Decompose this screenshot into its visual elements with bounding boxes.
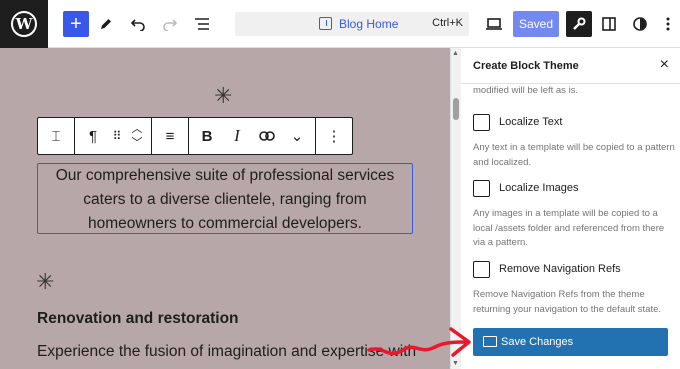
folder-icon — [483, 336, 497, 347]
remove-navigation-refs-label[interactable]: Remove Navigation Refs — [499, 263, 621, 275]
move-up-button[interactable]: ︿ — [132, 122, 143, 136]
sidebar-header: Create Block Theme × — [461, 48, 680, 84]
document-title: Blog Home — [339, 17, 399, 31]
desktop-view-icon — [486, 18, 502, 30]
pencil-tool-button[interactable] — [93, 11, 119, 37]
sidebar-title: Create Block Theme — [473, 60, 579, 72]
link-icon — [259, 131, 275, 141]
wrench-icon — [573, 17, 586, 30]
transform-group: ⌶ — [38, 118, 75, 154]
localize-text-checkbox[interactable] — [473, 114, 490, 131]
localize-text-label[interactable]: Localize Text — [499, 116, 562, 128]
editor-canvas[interactable]: ✳ ⌶ ¶ ⠿ ︿ ﹀ ≡ B I ⌄ ⋮ Our comprehensive — [0, 48, 450, 369]
scroll-up-arrow-icon[interactable]: ▲ — [452, 50, 459, 57]
alignment-group: ≡ — [152, 118, 189, 154]
wordpress-logo-icon: W — [11, 11, 37, 37]
scroll-thumb[interactable] — [453, 98, 459, 120]
format-group: B I ⌄ — [189, 118, 316, 154]
keyboard-shortcut: Ctrl+K — [432, 17, 463, 29]
link-button[interactable] — [252, 118, 282, 154]
wordpress-logo-button[interactable]: W — [0, 0, 48, 48]
block-options-button[interactable]: ⋮ — [319, 118, 349, 154]
asterisk-decoration: ✳ — [214, 83, 233, 108]
block-transform-button[interactable]: ⌶ — [41, 118, 71, 154]
paragraph-block-button[interactable]: ¶ — [78, 118, 108, 154]
command-center[interactable]: Blog Home Ctrl+K — [235, 12, 469, 36]
template-icon — [319, 17, 332, 30]
block-toolbar: ⌶ ¶ ⠿ ︿ ﹀ ≡ B I ⌄ ⋮ — [37, 117, 353, 155]
localize-images-label[interactable]: Localize Images — [499, 182, 579, 194]
drag-handle-icon[interactable]: ⠿ — [108, 118, 126, 154]
selected-paragraph[interactable]: Our comprehensive suite of professional … — [37, 163, 413, 234]
settings-button[interactable] — [566, 11, 592, 37]
options-menu-button[interactable] — [659, 11, 677, 37]
list-view-icon — [195, 18, 209, 30]
editor-top-bar: W + Blog Home Ctrl+K Saved — [0, 0, 680, 48]
saved-button[interactable]: Saved — [513, 11, 559, 37]
styles-contrast-icon — [633, 17, 647, 31]
pencil-icon — [101, 19, 111, 29]
redo-button[interactable] — [157, 11, 183, 37]
close-icon[interactable]: × — [660, 56, 669, 74]
canvas-scrollbar[interactable]: ▲ ▼ — [450, 48, 461, 369]
move-down-button[interactable]: ﹀ — [132, 136, 143, 150]
remove-navigation-refs-checkbox[interactable] — [473, 261, 490, 278]
redo-icon — [163, 19, 178, 31]
bold-button[interactable]: B — [192, 118, 222, 154]
block-mover: ︿ ﹀ — [126, 122, 148, 150]
styles-button[interactable] — [627, 11, 653, 37]
more-rich-text-button[interactable]: ⌄ — [282, 118, 312, 154]
save-changes-button[interactable]: Save Changes — [473, 328, 668, 356]
remove-navigation-refs-help: Remove Navigation Refs from the theme re… — [473, 289, 662, 315]
localize-images-help: Any images in a template will be copied … — [473, 208, 665, 248]
italic-button[interactable]: I — [222, 118, 252, 154]
sidebar-toggle-icon — [602, 17, 616, 31]
option-help-text: modified will be left as is. — [473, 85, 579, 96]
options-group: ⋮ — [316, 118, 352, 154]
block-mover-group: ¶ ⠿ ︿ ﹀ — [75, 118, 152, 154]
section-heading[interactable]: Renovation and restoration — [37, 310, 239, 328]
localize-text-help: Any text in a template will be copied to… — [473, 142, 675, 168]
list-view-button[interactable] — [189, 11, 215, 37]
more-vertical-icon — [666, 17, 670, 31]
add-block-button[interactable]: + — [63, 11, 89, 37]
sidebar-toggle-button[interactable] — [596, 11, 622, 37]
preview-device-button[interactable] — [481, 11, 507, 37]
asterisk-decoration: ✳ — [36, 269, 55, 294]
scroll-down-arrow-icon[interactable]: ▼ — [452, 360, 459, 367]
save-changes-label: Save Changes — [501, 336, 574, 348]
localize-images-checkbox[interactable] — [473, 180, 490, 197]
undo-button[interactable] — [125, 11, 151, 37]
section-body-text[interactable]: Experience the fusion of imagination and… — [37, 343, 416, 361]
settings-sidebar: Create Block Theme × modified will be le… — [461, 48, 680, 369]
undo-icon — [130, 19, 145, 31]
align-text-button[interactable]: ≡ — [155, 118, 185, 154]
